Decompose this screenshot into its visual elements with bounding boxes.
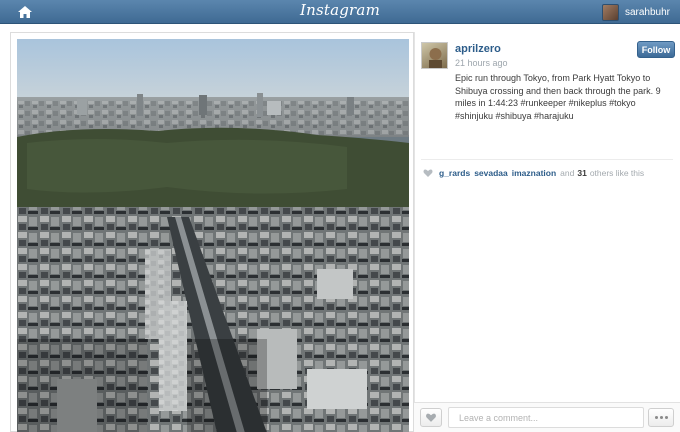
liker-name[interactable]: g_rards <box>439 168 470 178</box>
home-button[interactable] <box>14 3 36 21</box>
likes-others-text: others like this <box>589 168 645 178</box>
follow-button[interactable]: Follow <box>637 41 675 58</box>
post-photo[interactable] <box>17 39 409 432</box>
instagram-logo: Instagram <box>300 1 380 19</box>
author-avatar[interactable] <box>421 42 448 69</box>
like-button[interactable] <box>420 408 442 427</box>
top-bar: Instagram sarahbuhr <box>0 0 680 24</box>
home-icon <box>18 6 32 18</box>
ellipsis-icon <box>654 416 658 419</box>
liker-name[interactable]: sevadaa <box>474 168 508 178</box>
post-timestamp: 21 hours ago <box>455 58 508 68</box>
post-caption: Epic run through Tokyo, from Park Hyatt … <box>455 73 661 121</box>
username-label: sarahbuhr <box>624 6 670 18</box>
post-details-panel: aprilzero 21 hours ago Follow Epic run t… <box>414 32 680 432</box>
divider <box>421 159 673 160</box>
ellipsis-icon <box>664 416 668 419</box>
ellipsis-icon <box>659 416 663 419</box>
comment-input[interactable] <box>448 407 644 428</box>
more-options-button[interactable] <box>648 408 674 427</box>
photo-frame <box>10 32 414 432</box>
author-name[interactable]: aprilzero <box>455 43 501 55</box>
tokyo-aerial-photo <box>17 39 409 432</box>
heart-icon <box>423 169 433 177</box>
user-avatar <box>601 3 619 21</box>
likes-summary: g_rards sevadaa imaznation and 31 others… <box>423 168 677 178</box>
comment-bar <box>414 402 680 432</box>
liker-name[interactable]: imaznation <box>512 168 556 178</box>
likes-others-count[interactable]: 31 <box>577 168 586 178</box>
user-menu[interactable]: sarahbuhr <box>601 3 670 21</box>
likes-and-text: and <box>560 168 575 178</box>
author-avatar-image <box>429 48 442 68</box>
heart-icon <box>426 413 436 422</box>
